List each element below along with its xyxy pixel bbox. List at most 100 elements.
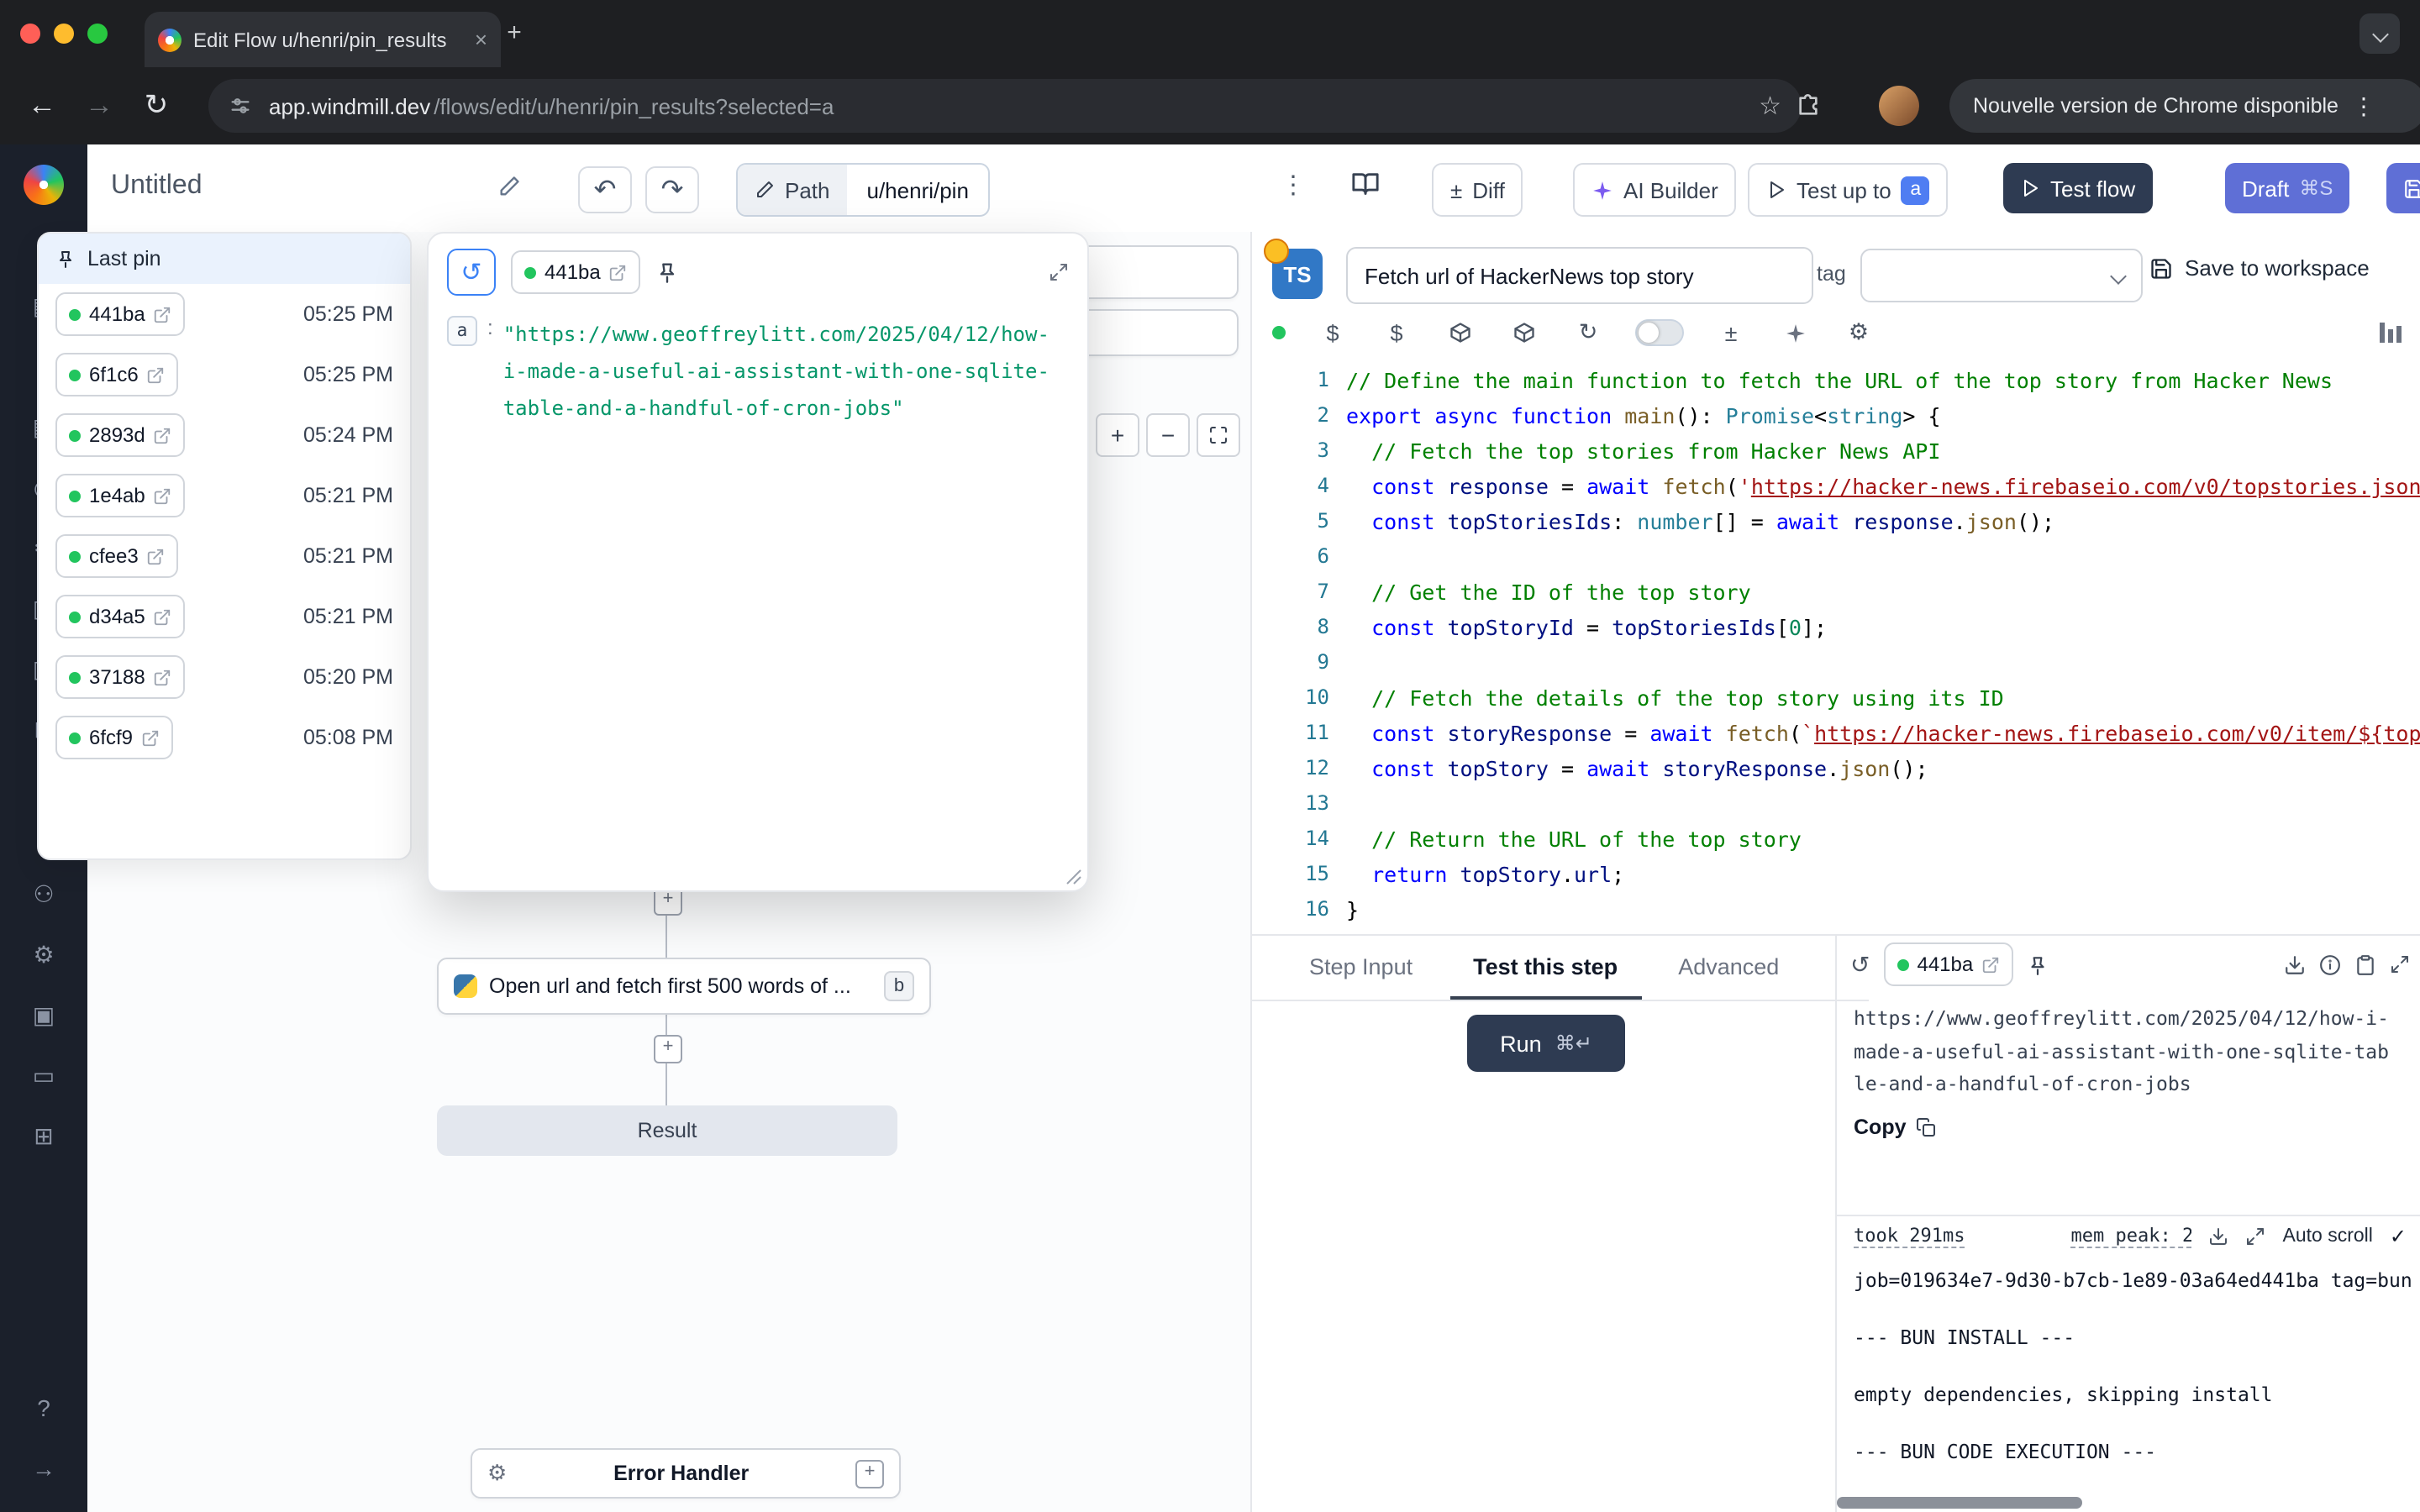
code-line[interactable]: const storyResponse = await fetch(`https…: [1346, 716, 2420, 751]
expand-icon[interactable]: [2246, 1226, 2266, 1247]
flow-node-error-handler[interactable]: ⚙ Error Handler +: [471, 1448, 901, 1499]
test-up-to-button[interactable]: Test up to a: [1748, 163, 1949, 217]
code-line[interactable]: [1346, 786, 2420, 822]
step-summary-input[interactable]: [1346, 247, 1813, 304]
tag-select[interactable]: [1860, 249, 2143, 302]
external-link-icon[interactable]: [154, 426, 172, 444]
package-icon-2[interactable]: [1507, 316, 1541, 349]
sidebar-item-collapse[interactable]: →: [20, 1446, 67, 1490]
ai-builder-button[interactable]: AI Builder: [1573, 163, 1737, 217]
tab-step-input[interactable]: Step Input: [1286, 936, 1436, 1000]
add-step-button-2[interactable]: +: [654, 1035, 682, 1063]
sidebar-item-settings[interactable]: ⚙: [20, 932, 67, 976]
ai-sparkle-icon[interactable]: [1778, 316, 1812, 349]
editor-settings-gear-icon[interactable]: ⚙: [1842, 316, 1876, 349]
test-flow-button[interactable]: Test flow: [2003, 163, 2152, 213]
code-line[interactable]: }: [1346, 892, 2420, 927]
edit-title-pencil-icon[interactable]: [497, 175, 521, 198]
browser-tab[interactable]: Edit Flow u/henri/pin_results ×: [145, 12, 501, 67]
sidebar-item-user[interactable]: ⚇: [20, 872, 67, 916]
tab-advanced[interactable]: Advanced: [1655, 936, 1802, 1000]
code-line[interactable]: export async function main(): Promise<st…: [1346, 398, 2420, 433]
run-id-pill[interactable]: 441ba: [511, 250, 641, 294]
code-line[interactable]: const topStory = await storyResponse.jso…: [1346, 751, 2420, 786]
profile-avatar[interactable]: [1879, 86, 1919, 126]
code-line[interactable]: // Define the main function to fetch the…: [1346, 363, 2420, 398]
error-handler-add-button[interactable]: +: [855, 1459, 884, 1488]
window-minimize-button[interactable]: [54, 24, 74, 44]
run-id-pill[interactable]: 441ba: [55, 292, 186, 336]
history-button[interactable]: ↺: [447, 249, 496, 296]
external-link-icon[interactable]: [609, 263, 628, 281]
external-link-icon[interactable]: [147, 365, 166, 384]
code-editor[interactable]: // Define the main function to fetch the…: [1346, 363, 2420, 934]
run-id-pill[interactable]: 1e4ab: [55, 474, 186, 517]
expand-icon[interactable]: [1049, 262, 1069, 282]
last-pin-row[interactable]: 3718805:20 PM: [39, 647, 410, 707]
last-pin-row[interactable]: 1e4ab05:21 PM: [39, 465, 410, 526]
code-line[interactable]: // Fetch the details of the top story us…: [1346, 680, 2420, 716]
last-pin-row[interactable]: 2893d05:24 PM: [39, 405, 410, 465]
code-line[interactable]: // Fetch the top stories from Hacker New…: [1346, 433, 2420, 469]
sidebar-item-folders[interactable]: ▭: [20, 1053, 67, 1097]
more-options-icon[interactable]: ⋮: [1281, 170, 1306, 200]
download-icon[interactable]: [2284, 953, 2306, 975]
run-button[interactable]: Run ⌘↵: [1467, 1015, 1625, 1072]
result-run-id-pill[interactable]: 441ba: [1883, 942, 2013, 986]
last-pin-row[interactable]: cfee305:21 PM: [39, 526, 410, 586]
flow-title[interactable]: Untitled: [111, 171, 203, 202]
autoscroll-check-icon[interactable]: ✓: [2390, 1225, 2407, 1248]
window-close-button[interactable]: [20, 24, 40, 44]
sidebar-item-workspace[interactable]: ▣: [20, 993, 67, 1037]
external-link-icon[interactable]: [154, 305, 172, 323]
zoom-in-button[interactable]: +: [1096, 413, 1139, 457]
forward-button[interactable]: →: [71, 89, 128, 123]
package-icon[interactable]: [1444, 316, 1477, 349]
zoom-out-button[interactable]: −: [1146, 413, 1190, 457]
last-pin-row[interactable]: 6f1c605:25 PM: [39, 344, 410, 405]
diff-button[interactable]: ± Diff: [1432, 163, 1523, 217]
pin-icon[interactable]: [656, 260, 680, 284]
run-id-pill[interactable]: 6f1c6: [55, 353, 179, 396]
resources-dollar-icon[interactable]: $: [1380, 316, 1413, 349]
external-link-icon[interactable]: [141, 728, 160, 747]
pinned-value[interactable]: "https://www.geoffreylitt.com/2025/04/12…: [503, 316, 1051, 427]
extensions-icon[interactable]: [1795, 89, 1822, 116]
new-tab-button[interactable]: +: [497, 17, 531, 50]
result-value[interactable]: https://www.geoffreylitt.com/2025/04/12/…: [1837, 993, 2408, 1101]
code-line[interactable]: return topStory.url;: [1346, 857, 2420, 892]
run-id-pill[interactable]: 2893d: [55, 413, 186, 457]
flow-node-result[interactable]: Result: [437, 1105, 897, 1156]
last-pin-row[interactable]: 441ba05:25 PM: [39, 284, 410, 344]
flow-node-b[interactable]: Open url and fetch first 500 words of ..…: [437, 958, 931, 1015]
address-bar[interactable]: app.windmill.dev/flows/edit/u/henri/pin_…: [208, 79, 1802, 133]
tab-close-icon[interactable]: ×: [475, 27, 487, 52]
code-line[interactable]: const topStoryId = topStoriesIds[0];: [1346, 610, 2420, 645]
run-id-pill[interactable]: cfee3: [55, 534, 179, 578]
diff-mode-toggle[interactable]: [1635, 319, 1684, 346]
run-id-pill[interactable]: d34a5: [55, 595, 186, 638]
expand-icon[interactable]: [2390, 954, 2410, 974]
undo-button[interactable]: ↶: [578, 166, 632, 213]
site-settings-icon[interactable]: [229, 94, 252, 118]
run-id-pill[interactable]: 6fcf9: [55, 716, 173, 759]
code-line[interactable]: const topStoriesIds: number[] = await re…: [1346, 504, 2420, 539]
code-line[interactable]: const response = await fetch('https://ha…: [1346, 469, 2420, 504]
last-pin-row[interactable]: 6fcf905:08 PM: [39, 707, 410, 768]
window-zoom-button[interactable]: [87, 24, 108, 44]
info-icon[interactable]: [2319, 953, 2341, 975]
clipboard-icon[interactable]: [2354, 953, 2376, 975]
copy-button[interactable]: Copy: [1837, 1101, 2420, 1152]
bookmark-star-icon[interactable]: ☆: [1759, 91, 1781, 121]
chrome-update-chip[interactable]: Nouvelle version de Chrome disponible ⋮: [1949, 79, 2420, 133]
variables-icon[interactable]: $: [1316, 316, 1349, 349]
code-line[interactable]: // Get the ID of the top story: [1346, 575, 2420, 610]
path-value[interactable]: u/henri/pin: [847, 177, 989, 202]
sidebar-item-apps[interactable]: ⊞: [20, 1114, 67, 1158]
redo-button[interactable]: ↷: [645, 166, 699, 213]
log-output[interactable]: job=019634e7-9d30-b7cb-1e89-03a64ed441ba…: [1837, 1257, 2420, 1477]
external-link-icon[interactable]: [1981, 955, 2000, 974]
windmill-logo-icon[interactable]: [24, 165, 64, 205]
code-line[interactable]: [1346, 645, 2420, 680]
save-to-workspace-button[interactable]: Save to workspace: [2149, 255, 2370, 281]
